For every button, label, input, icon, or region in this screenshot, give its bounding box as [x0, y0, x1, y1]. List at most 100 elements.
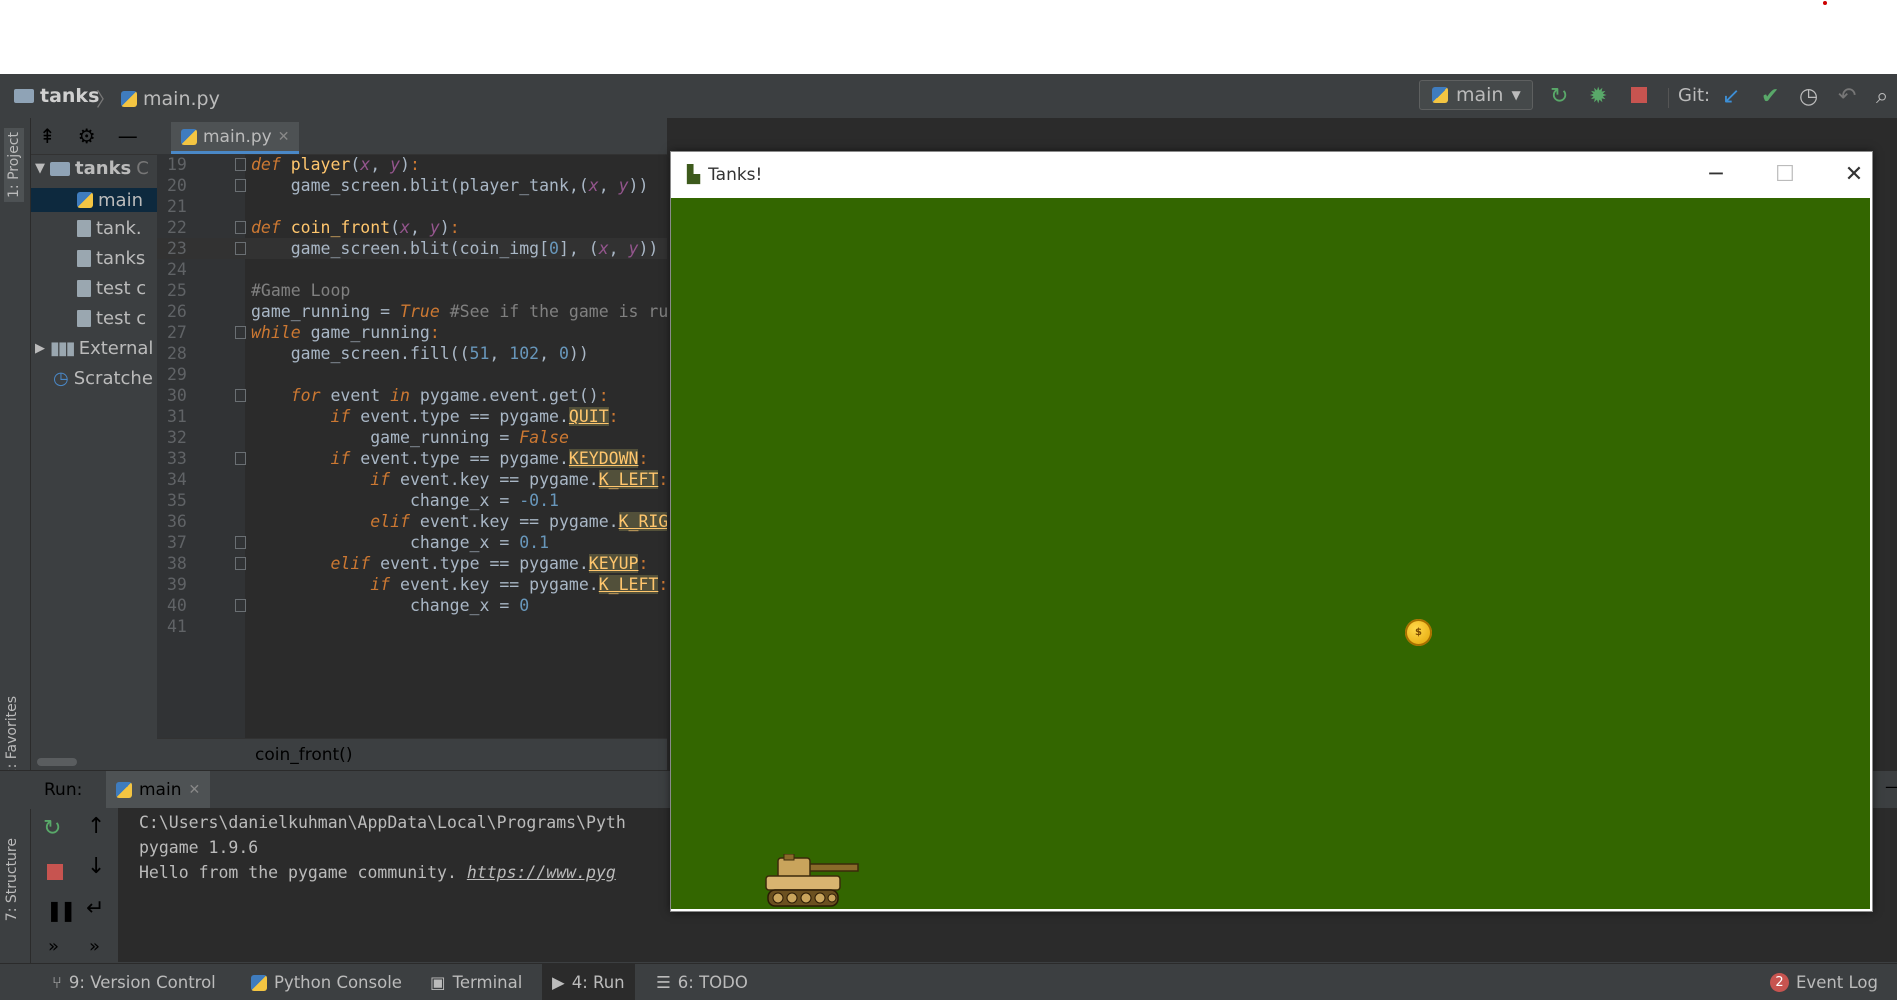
git-history-clock-icon[interactable]: ◷ — [1799, 84, 1818, 109]
more-icon[interactable]: » — [89, 936, 100, 957]
status-version-control[interactable]: ⑂ 9: Version Control — [52, 973, 216, 992]
code-line[interactable]: 40 change_x = 0 — [157, 595, 667, 616]
code-line[interactable]: 37 change_x = 0.1 — [157, 532, 667, 553]
python-file-icon — [181, 128, 197, 145]
code-line[interactable]: 22 def coin_front(x, y): — [157, 217, 667, 238]
git-commit-check-icon[interactable]: ✔ — [1761, 84, 1779, 109]
arrow-down-icon[interactable]: ↓ — [87, 854, 105, 879]
maximize-window-icon[interactable]: ☐ — [1765, 160, 1805, 190]
code-line[interactable]: 36 elif event.key == pygame.K_RIGHT: — [157, 511, 667, 532]
stop-icon[interactable] — [47, 864, 63, 880]
game-window-titlebar[interactable]: ▙ Tanks! ─ ☐ ✕ — [671, 152, 1872, 198]
tab-favorites[interactable]: 2: Favorites — [4, 696, 20, 777]
fold-marker-icon[interactable] — [235, 536, 246, 549]
code-text: change_x = -0.1 — [251, 491, 559, 510]
fold-marker-icon[interactable] — [235, 389, 246, 402]
code-text: game_screen.fill((51, 102, 0)) — [251, 344, 589, 363]
tree-item-scratches[interactable]: ◷ Scratche — [53, 368, 153, 389]
minimize-icon[interactable]: — — [1885, 777, 1897, 797]
pause-icon[interactable]: ❚❚ — [46, 898, 76, 922]
collapse-all-icon[interactable]: ⇞ — [39, 124, 56, 148]
rerun-icon[interactable]: ↻ — [1550, 84, 1568, 109]
debug-bug-icon[interactable]: ✹ — [1589, 84, 1607, 109]
status-terminal[interactable]: ▣ Terminal — [430, 973, 522, 992]
console-line: pygame 1.9.6 — [139, 838, 259, 857]
more-icon[interactable]: » — [48, 936, 59, 957]
code-line[interactable]: 30 for event in pygame.event.get(): — [157, 385, 667, 406]
code-line[interactable]: 26 game_running = True #See if the game i… — [157, 301, 667, 322]
code-text: game_screen.blit(coin_img[0], (x, y)) — [251, 239, 659, 258]
coin-sprite: $ — [1405, 619, 1432, 646]
minimize-icon[interactable]: — — [118, 124, 138, 148]
code-line[interactable]: 34 if event.key == pygame.K_LEFT: — [157, 469, 667, 490]
code-line[interactable]: 28 game_screen.fill((51, 102, 0)) — [157, 343, 667, 364]
code-line[interactable]: 35 change_x = -0.1 — [157, 490, 667, 511]
run-tab-label: main — [139, 780, 182, 800]
tab-main-py[interactable]: main.py ✕ — [171, 122, 300, 154]
rerun-icon[interactable]: ↻ — [43, 816, 61, 841]
code-line[interactable]: 41 — [157, 616, 667, 637]
game-canvas[interactable]: $ — [671, 198, 1870, 909]
code-area[interactable]: 19 def player(x, y): 20 game_screen.blit(p… — [157, 154, 667, 738]
minimize-window-icon[interactable]: ─ — [1696, 160, 1736, 190]
run-tab-main[interactable]: main ✕ — [106, 771, 211, 809]
fold-marker-icon[interactable] — [235, 158, 246, 171]
line-number: 23 — [167, 239, 187, 258]
gear-icon[interactable]: ⚙ — [78, 124, 96, 148]
code-line[interactable]: 39 if event.key == pygame.K_LEFT: — [157, 574, 667, 595]
code-line[interactable]: 31 if event.type == pygame.QUIT: — [157, 406, 667, 427]
code-line[interactable]: 19 def player(x, y): — [157, 154, 667, 175]
code-line[interactable]: 27 while game_running: — [157, 322, 667, 343]
line-number: 40 — [167, 596, 187, 615]
run-config-select[interactable]: main ▼ — [1419, 80, 1533, 110]
close-window-icon[interactable]: ✕ — [1834, 160, 1874, 190]
horizontal-scrollbar[interactable] — [37, 758, 77, 766]
fold-marker-icon[interactable] — [235, 557, 246, 570]
breadcrumb-file[interactable]: 〉 main.py — [96, 85, 220, 112]
code-line[interactable]: 23 game_screen.blit(coin_img[0], (x, y)) — [157, 238, 667, 259]
git-rollback-icon[interactable]: ↶ — [1838, 84, 1856, 109]
code-line[interactable]: 38 elif event.type == pygame.KEYUP: — [157, 553, 667, 574]
fold-marker-icon[interactable] — [235, 326, 246, 339]
function-breadcrumb[interactable]: coin_front() — [255, 745, 352, 765]
soft-wrap-icon[interactable]: ↵ — [86, 896, 104, 921]
code-line[interactable]: 33 if event.type == pygame.KEYDOWN: — [157, 448, 667, 469]
editor-tab-bar: main.py ✕ — [157, 118, 667, 155]
status-python-console[interactable]: Python Console — [251, 973, 402, 992]
code-line[interactable]: 25 #Game Loop — [157, 280, 667, 301]
fold-marker-icon[interactable] — [235, 179, 246, 192]
arrow-up-icon[interactable]: ↑ — [87, 814, 105, 839]
code-line[interactable]: 29 — [157, 364, 667, 385]
tree-item-main[interactable]: main — [31, 188, 157, 212]
fold-marker-icon[interactable] — [235, 242, 246, 255]
tab-structure[interactable]: 7: Structure — [4, 838, 20, 921]
console-link[interactable]: https://www.pyg — [467, 863, 616, 882]
code-line[interactable]: 21 — [157, 196, 667, 217]
status-event-log[interactable]: 2 Event Log — [1770, 973, 1878, 992]
code-line[interactable]: 24 — [157, 259, 667, 280]
tree-item-root[interactable]: ▼ tanks C — [35, 158, 149, 179]
breadcrumb-project[interactable]: tanks — [14, 85, 99, 107]
tree-item-file[interactable]: tank. — [77, 218, 142, 239]
game-window[interactable]: ▙ Tanks! ─ ☐ ✕ $ — [670, 151, 1873, 912]
code-line[interactable]: 20 game_screen.blit(player_tank,(x, y)) — [157, 175, 667, 196]
tree-item-file[interactable]: test c — [77, 308, 146, 329]
fold-marker-icon[interactable] — [235, 221, 246, 234]
line-number: 33 — [167, 449, 187, 468]
fold-marker-icon[interactable] — [235, 599, 246, 612]
stop-icon[interactable] — [1631, 87, 1647, 103]
line-number: 25 — [167, 281, 187, 300]
desktop-top-area — [0, 0, 1897, 74]
status-run[interactable]: ▶ 4: Run — [542, 964, 635, 1000]
code-line[interactable]: 32 game_running = False — [157, 427, 667, 448]
tree-item-file[interactable]: test c — [77, 278, 146, 299]
close-icon[interactable]: ✕ — [278, 129, 290, 145]
tree-item-file[interactable]: tanks — [77, 248, 145, 269]
tab-project[interactable]: 1: Project — [4, 128, 24, 202]
close-icon[interactable]: ✕ — [188, 782, 200, 798]
fold-marker-icon[interactable] — [235, 452, 246, 465]
status-todo[interactable]: ☰ 6: TODO — [656, 973, 748, 992]
search-icon[interactable]: ⌕ — [1876, 84, 1888, 109]
tree-item-external-libraries[interactable]: ▶ ▮▮▮ External — [35, 338, 153, 359]
git-update-icon[interactable]: ↙ — [1722, 84, 1740, 109]
